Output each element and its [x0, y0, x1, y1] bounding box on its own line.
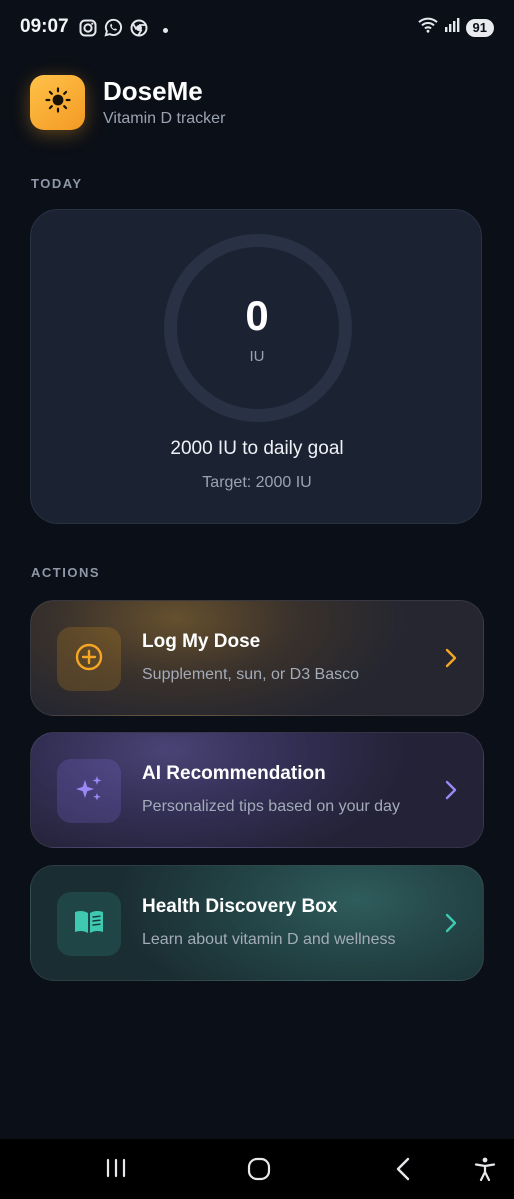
card-description: Supplement, sun, or D3 Basco — [142, 666, 360, 683]
book-icon — [73, 908, 105, 941]
system-nav-bar — [0, 1139, 514, 1199]
home-icon[interactable] — [247, 1157, 271, 1186]
battery-icon: 91 — [465, 18, 494, 37]
status-bar: 09:07 91 — [0, 0, 514, 56]
notification-icons — [79, 18, 168, 42]
sun-icon — [44, 86, 72, 119]
dot-icon — [163, 27, 168, 33]
accessibility-icon[interactable] — [474, 1157, 496, 1186]
target-text: Target: 2000 IU — [202, 474, 312, 491]
chevron-right-icon — [445, 648, 457, 673]
chevron-right-icon — [445, 780, 457, 805]
app-logo — [30, 75, 85, 130]
log-dose-card[interactable]: Log My Dose Supplement, sun, or D3 Basco — [30, 600, 484, 716]
card-description: Learn about vitamin D and wellness — [142, 931, 396, 948]
status-time: 09:07 — [20, 16, 69, 37]
dose-unit: IU — [249, 348, 265, 365]
card-icon-box — [57, 627, 121, 691]
dose-value: 0 — [245, 292, 269, 339]
ai-recommendation-card[interactable]: AI Recommendation Personalized tips base… — [30, 732, 484, 848]
system-icons: 91 — [417, 17, 494, 38]
instagram-icon — [79, 19, 97, 42]
today-card: 0 IU 2000 IU to daily goal Target: 2000 … — [30, 209, 482, 524]
card-icon-box — [57, 892, 121, 956]
plus-circle-icon — [74, 642, 104, 677]
card-title: Health Discovery Box — [142, 896, 338, 917]
app-subtitle: Vitamin D tracker — [103, 110, 226, 127]
goal-remaining-text: 2000 IU to daily goal — [170, 438, 344, 459]
chevron-right-icon — [445, 913, 457, 938]
app-title: DoseMe — [103, 76, 203, 106]
recent-apps-icon[interactable] — [105, 1157, 127, 1184]
signal-icon — [444, 17, 460, 38]
card-icon-box — [57, 759, 121, 823]
chrome-icon — [130, 19, 148, 42]
back-icon[interactable] — [395, 1157, 411, 1186]
section-label-actions: ACTIONS — [31, 565, 100, 580]
card-description: Personalized tips based on your day — [142, 798, 400, 815]
sparkles-icon — [73, 773, 105, 810]
health-discovery-card[interactable]: Health Discovery Box Learn about vitamin… — [30, 865, 484, 981]
card-title: Log My Dose — [142, 631, 261, 652]
section-label-today: TODAY — [31, 176, 83, 191]
card-title: AI Recommendation — [142, 763, 326, 784]
wifi-icon — [417, 17, 438, 38]
whatsapp-icon — [104, 18, 123, 42]
